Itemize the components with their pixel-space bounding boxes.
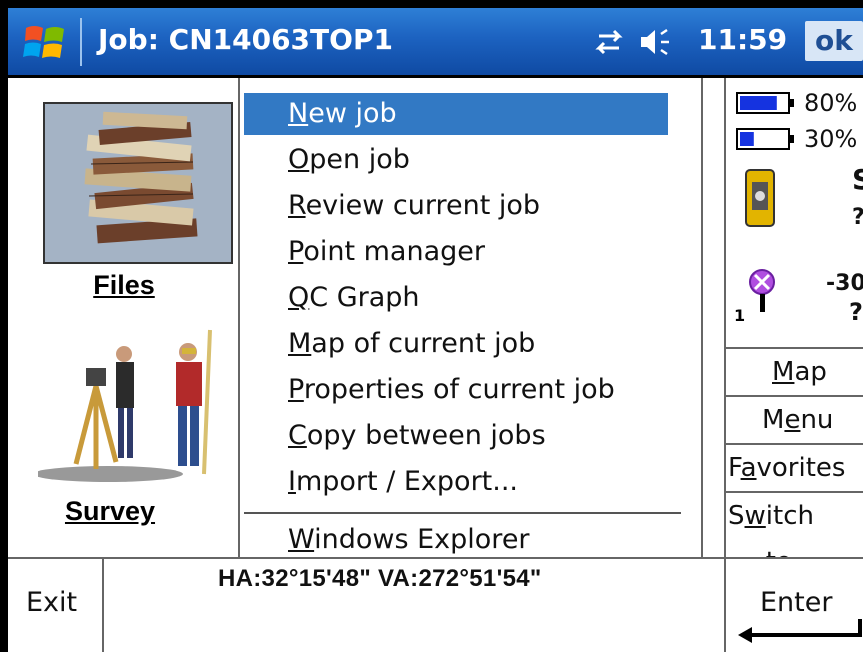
instrument-status: S — [852, 163, 863, 196]
enter-arrow-icon — [738, 619, 862, 643]
main-area: Files Survey New job Open job Review cur… — [8, 75, 863, 577]
ok-button[interactable]: ok — [805, 21, 863, 61]
target-query: ? — [849, 298, 863, 326]
menu-item-label: oint manager — [303, 236, 485, 267]
battery-percent-1: 80% — [804, 89, 858, 117]
menu-item-qc-graph[interactable]: QC Graph — [244, 277, 668, 319]
menu-item-label: pen job — [309, 144, 410, 175]
status-panel: 80% 30% S ? 1 -30 ? Map M — [724, 78, 863, 577]
switch-to-button[interactable]: Switch to — [726, 491, 863, 577]
menu-item-label: ew job — [308, 98, 397, 129]
menu-item-copy-between-jobs[interactable]: Copy between jobs — [244, 415, 668, 457]
menu-item-review-current-job[interactable]: Review current job — [244, 185, 668, 227]
menu-separator — [244, 512, 681, 514]
title-bar: Job: CN14063TOP1 11:59 ok — [8, 8, 863, 75]
files-label-text: Files — [93, 270, 155, 300]
battery-fill-1 — [740, 96, 777, 110]
target-number: 1 — [734, 306, 746, 325]
files-tile[interactable] — [43, 102, 233, 264]
menu-item-label: opy between jobs — [306, 420, 546, 451]
battery-icon — [736, 92, 794, 114]
exit-button[interactable]: Exit — [8, 559, 104, 652]
survey-label-text: Survey — [64, 496, 156, 526]
menu-button-rest: nu — [800, 405, 834, 435]
left-tile-column: Files Survey — [8, 78, 240, 557]
angle-readout: HA:32°15'48" VA:272°51'54" — [218, 565, 542, 592]
menu-item-map-of-current-job[interactable]: Map of current job — [244, 323, 668, 365]
status-icons[interactable] — [593, 24, 698, 60]
menu-item-import-export[interactable]: Import / Export... — [244, 461, 668, 503]
survey-tile[interactable] — [33, 324, 228, 489]
connectivity-icon — [595, 29, 623, 55]
menu-item-point-manager[interactable]: Point manager — [244, 231, 668, 273]
map-button-rest: ap — [794, 357, 827, 387]
target-value: -30 — [826, 271, 863, 296]
title-separator — [80, 18, 82, 66]
favorites-button[interactable]: Fa vorites — [726, 443, 863, 491]
volume-icon — [641, 28, 669, 56]
menu-item-open-job[interactable]: Open job — [244, 139, 668, 181]
ok-button-label: ok — [815, 24, 853, 57]
files-menu: New job Open job Review current job Poin… — [240, 78, 703, 557]
menu-item-new-job[interactable]: New job — [244, 93, 668, 135]
prism-target-icon[interactable] — [746, 268, 778, 314]
menu-item-windows-explorer[interactable]: Windows Explorer — [244, 519, 668, 561]
files-stack-icon — [84, 111, 198, 244]
clock[interactable]: 11:59 — [698, 20, 787, 60]
menu-button[interactable]: Me nu — [726, 395, 863, 443]
windows-start-icon[interactable] — [22, 20, 68, 64]
files-label[interactable]: Files — [8, 270, 240, 301]
window-title: Job: CN14063TOP1 — [98, 23, 393, 56]
menu-item-properties-of-current-job[interactable]: Properties of current job — [244, 369, 668, 411]
menu-item-label: ap of current job — [311, 328, 536, 359]
menu-item-label: mport / Export... — [295, 466, 519, 497]
survey-people-icon — [33, 329, 212, 482]
enter-button[interactable]: Enter — [724, 559, 863, 652]
enter-button-label: Enter — [760, 587, 833, 618]
map-button[interactable]: Map — [726, 347, 863, 395]
battery-fill-2 — [740, 132, 754, 146]
menu-item-label: roperties of current job — [303, 374, 615, 405]
survey-label[interactable]: Survey — [8, 496, 226, 527]
instrument-query: ? — [852, 205, 863, 230]
battery-icon — [736, 128, 794, 150]
battery-percent-2: 30% — [804, 125, 858, 153]
device-screen: Job: CN14063TOP1 11:59 ok Files Survey N… — [8, 8, 863, 652]
bottom-bar: Exit HA:32°15'48" VA:272°51'54" Enter — [8, 557, 863, 652]
menu-item-label: C Graph — [309, 282, 420, 313]
menu-item-label: indows Explorer — [314, 524, 530, 555]
favorites-button-rest: vorites — [756, 453, 846, 483]
total-station-icon[interactable] — [744, 166, 776, 230]
menu-item-label: eview current job — [305, 190, 541, 221]
exit-button-label: Exit — [26, 587, 78, 618]
